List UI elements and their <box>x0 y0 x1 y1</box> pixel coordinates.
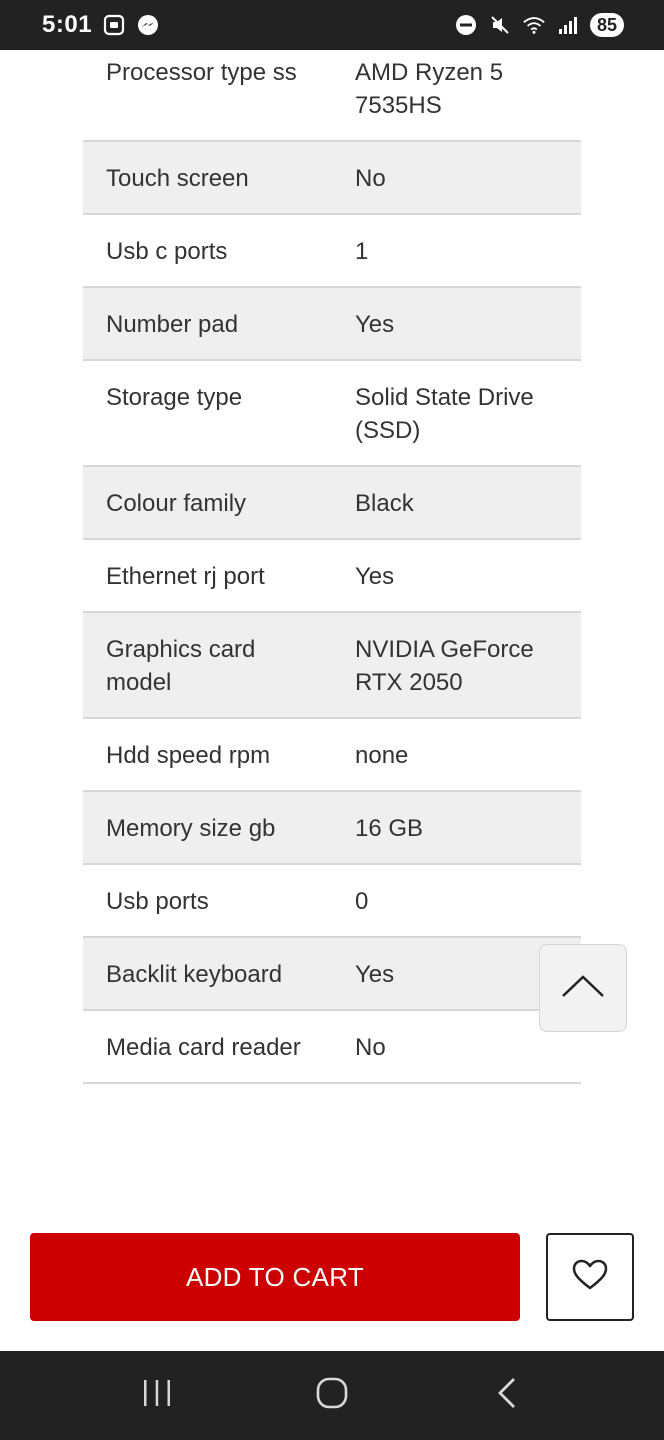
wifi-icon <box>522 13 546 37</box>
chevron-up-icon <box>561 974 605 1003</box>
spec-row: Touch screen No <box>83 142 581 215</box>
status-left: 5:01 <box>42 11 160 39</box>
spec-key: Media card reader <box>106 1034 301 1061</box>
spec-value: 0 <box>355 888 369 915</box>
spec-key: Storage type <box>106 384 243 411</box>
mute-icon <box>488 13 512 37</box>
spec-key: Hdd speed rpm <box>106 742 271 769</box>
add-to-cart-button[interactable]: ADD TO CART <box>30 1233 520 1321</box>
action-bar: ADD TO CART <box>0 1203 664 1351</box>
home-icon <box>315 1376 349 1415</box>
spec-row: Backlit keyboard Yes <box>83 938 581 1011</box>
spec-row: Memory size gb 16 GB <box>83 792 581 865</box>
status-right: 85 <box>454 13 624 37</box>
spec-value: NVIDIA GeForce RTX 2050 <box>355 636 534 696</box>
spec-row: Ethernet rj port Yes <box>83 540 581 613</box>
spec-key: Touch screen <box>106 165 249 192</box>
spec-value: none <box>355 742 409 769</box>
spec-value: Black <box>355 490 414 517</box>
spec-value: AMD Ryzen 5 7535HS <box>355 59 504 119</box>
spec-key: Ethernet rj port <box>106 563 265 590</box>
spec-value: 1 <box>355 238 369 265</box>
wishlist-button[interactable] <box>546 1233 634 1321</box>
spec-key: Processor type ss <box>106 59 297 86</box>
spec-row: Number pad Yes <box>83 288 581 361</box>
spec-value: No <box>355 165 386 192</box>
back-icon <box>496 1376 518 1415</box>
spec-key: Graphics card model <box>106 636 256 696</box>
spec-key: Memory size gb <box>106 815 276 842</box>
status-time: 5:01 <box>42 11 93 38</box>
navigation-bar <box>0 1351 664 1440</box>
spec-key: Colour family <box>106 490 247 517</box>
back-button[interactable] <box>477 1366 537 1426</box>
scroll-to-top-button[interactable] <box>539 944 627 1032</box>
product-specifications[interactable]: Processor type ss AMD Ryzen 5 7535HS Touch… <box>0 50 664 1203</box>
spec-key: Backlit keyboard <box>106 961 283 988</box>
dnd-icon <box>454 13 478 37</box>
status-bar: 5:01 85 <box>0 0 664 50</box>
spec-row: Usb ports 0 <box>83 865 581 938</box>
spec-row: Media card reader No <box>83 1011 581 1084</box>
spec-row: Storage type Solid State Drive (SSD) <box>83 361 581 467</box>
spec-value: 16 GB <box>355 815 424 842</box>
spec-row: Graphics card model NVIDIA GeForce RTX 20… <box>83 613 581 719</box>
spec-value: No <box>355 1034 386 1061</box>
home-button[interactable] <box>302 1366 362 1426</box>
spec-row: Usb c ports 1 <box>83 215 581 288</box>
spec-value: Solid State Drive (SSD) <box>355 384 534 444</box>
screenshot-icon <box>102 13 126 37</box>
heart-icon <box>572 1259 608 1296</box>
recents-icon <box>142 1379 172 1412</box>
spec-value: Yes <box>355 311 395 338</box>
spec-table: Processor type ss AMD Ryzen 5 7535HS Touch… <box>83 50 581 1084</box>
spec-row: Colour family Black <box>83 467 581 540</box>
messenger-icon <box>136 13 160 37</box>
spec-key: Usb ports <box>106 888 209 915</box>
battery-level: 85 <box>589 13 624 37</box>
recents-button[interactable] <box>127 1366 187 1426</box>
signal-icon <box>556 13 580 37</box>
spec-key: Usb c ports <box>106 238 228 265</box>
spec-row: Processor type ss AMD Ryzen 5 7535HS <box>83 50 581 142</box>
spec-key: Number pad <box>106 311 239 338</box>
spec-value: Yes <box>355 563 395 590</box>
spec-row: Hdd speed rpm none <box>83 719 581 792</box>
